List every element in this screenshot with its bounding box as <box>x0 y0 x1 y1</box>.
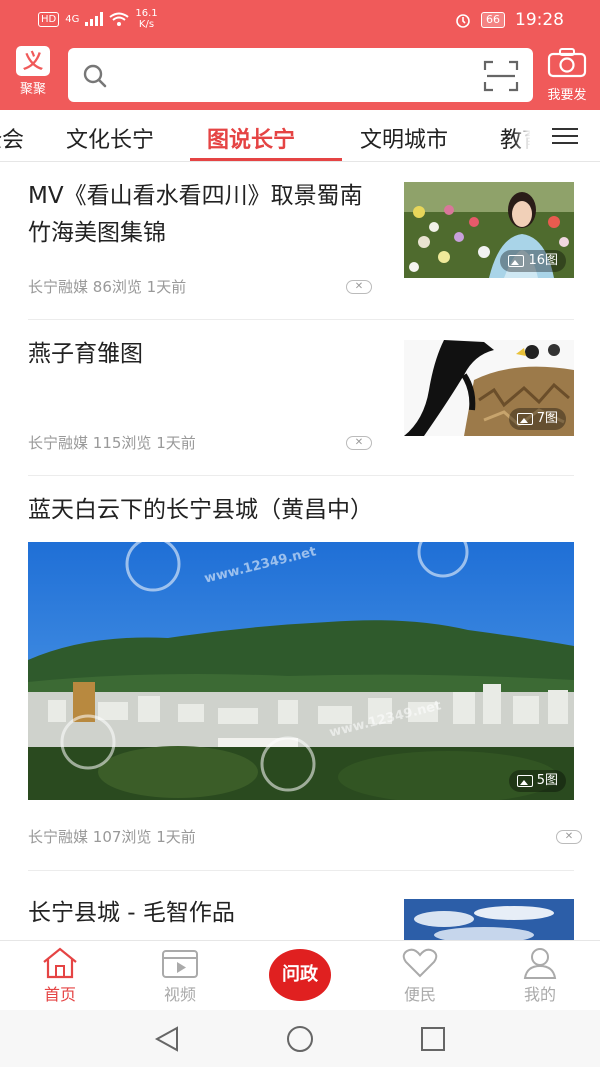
active-tab-indicator <box>190 158 342 161</box>
camera-icon <box>547 48 587 78</box>
nav-label: 视频 <box>163 985 196 1004</box>
item-thumbnail: 7图 <box>404 340 574 436</box>
dismiss-button[interactable]: ✕ <box>346 280 372 294</box>
item-meta: 长宁融媒 86浏览 1天前 <box>28 278 187 296</box>
news-feed[interactable]: MV《看山看水看四川》取景蜀南竹海美图集锦 长宁融媒 86浏览 1天前 ✕ 16… <box>0 162 600 940</box>
gallery-icon <box>516 413 533 425</box>
search-icon <box>83 64 107 88</box>
item-large-image: www.12349.net www.12349.net 5图 <box>28 542 574 800</box>
tab-pictures[interactable]: 图说长宁 <box>207 122 295 154</box>
dismiss-button[interactable]: ✕ <box>346 436 372 450</box>
item-thumbnail: 16图 <box>404 182 574 278</box>
image-count-badge: 5图 <box>508 770 566 792</box>
post-button[interactable]: 我要发 <box>540 48 594 103</box>
home-circle-icon[interactable] <box>285 1025 315 1053</box>
hd-indicator: HD <box>38 11 60 27</box>
nav-label: 首页 <box>43 985 76 1004</box>
app-screen: HD 4G 16.1 K/s 66 19:28 义 聚聚 我要发 会 文化长宁 … <box>0 0 600 1067</box>
dismiss-button[interactable]: ✕ <box>556 830 582 844</box>
image-count-badge: 7图 <box>508 408 566 430</box>
item-title: 燕子育雏图 <box>28 341 143 367</box>
list-item[interactable]: 燕子育雏图 长宁融媒 115浏览 1天前 ✕ 7图 <box>28 320 574 476</box>
nav-home[interactable]: 首页 <box>20 945 100 1005</box>
clock: 19:28 <box>515 10 564 30</box>
image-count-badge: 16图 <box>500 250 566 272</box>
tab-quanhui[interactable]: 全会 <box>0 122 24 154</box>
system-nav-bar <box>0 1010 600 1067</box>
category-tabs: 全会 文化长宁 图说长宁 文明城市 教育 <box>0 110 600 162</box>
recents-icon[interactable] <box>420 1026 446 1052</box>
app-logo-icon: 义 <box>16 46 50 76</box>
list-item[interactable]: 蓝天白云下的长宁县城（黄昌中） www.12349.net www.12349.… <box>28 476 582 871</box>
status-bar: HD 4G 16.1 K/s 66 19:28 <box>0 0 600 40</box>
battery-indicator: 66 <box>481 12 505 28</box>
signal-label: 4G <box>65 13 80 25</box>
alarm-icon <box>456 14 470 28</box>
nav-services[interactable]: 便民 <box>380 945 460 1005</box>
tab-civilization[interactable]: 文明城市 <box>360 122 448 154</box>
nav-video[interactable]: 视频 <box>140 945 220 1005</box>
net-speed: 16.1 K/s <box>135 8 158 30</box>
scan-icon[interactable] <box>483 60 519 92</box>
nav-label: 我的 <box>523 985 556 1004</box>
search-bar[interactable] <box>68 48 533 102</box>
search-input[interactable] <box>120 60 480 90</box>
cloud-sky-image <box>404 899 574 940</box>
county-town-image <box>28 542 574 800</box>
list-item[interactable]: MV《看山看水看四川》取景蜀南竹海美图集锦 长宁融媒 86浏览 1天前 ✕ 16… <box>28 162 574 320</box>
app-logo-button[interactable]: 义 聚聚 <box>10 46 56 97</box>
video-icon <box>162 950 198 978</box>
gallery-icon <box>508 255 525 267</box>
tabs-menu-button[interactable] <box>530 110 600 161</box>
logo-label: 聚聚 <box>19 82 46 97</box>
item-meta: 长宁融媒 107浏览 1天前 <box>28 828 196 846</box>
back-icon[interactable] <box>153 1026 181 1052</box>
item-meta: 长宁融媒 115浏览 1天前 <box>28 434 196 452</box>
user-icon <box>523 948 557 979</box>
wenzheng-button[interactable]: 问政 <box>269 949 331 1001</box>
post-label: 我要发 <box>547 88 587 103</box>
gallery-icon <box>516 775 533 787</box>
heart-icon <box>402 948 438 978</box>
item-title: MV《看山看水看四川》取景蜀南竹海美图集锦 <box>28 183 363 246</box>
home-icon <box>43 947 77 979</box>
nav-label: 便民 <box>403 985 436 1004</box>
item-thumbnail <box>404 899 574 940</box>
bottom-nav: 首页 视频 问政 便民 我的 <box>0 940 600 1010</box>
nav-profile[interactable]: 我的 <box>500 945 580 1005</box>
top-header: HD 4G 16.1 K/s 66 19:28 义 聚聚 我要发 <box>0 0 600 110</box>
item-title: 蓝天白云下的长宁县城（黄昌中） <box>28 497 373 523</box>
item-title: 长宁县城 - 毛智作品 <box>28 900 235 926</box>
tab-culture[interactable]: 文化长宁 <box>66 122 154 154</box>
signal-icon <box>85 12 104 26</box>
wifi-icon <box>109 12 129 26</box>
list-item[interactable]: 长宁县城 - 毛智作品 <box>28 871 574 940</box>
